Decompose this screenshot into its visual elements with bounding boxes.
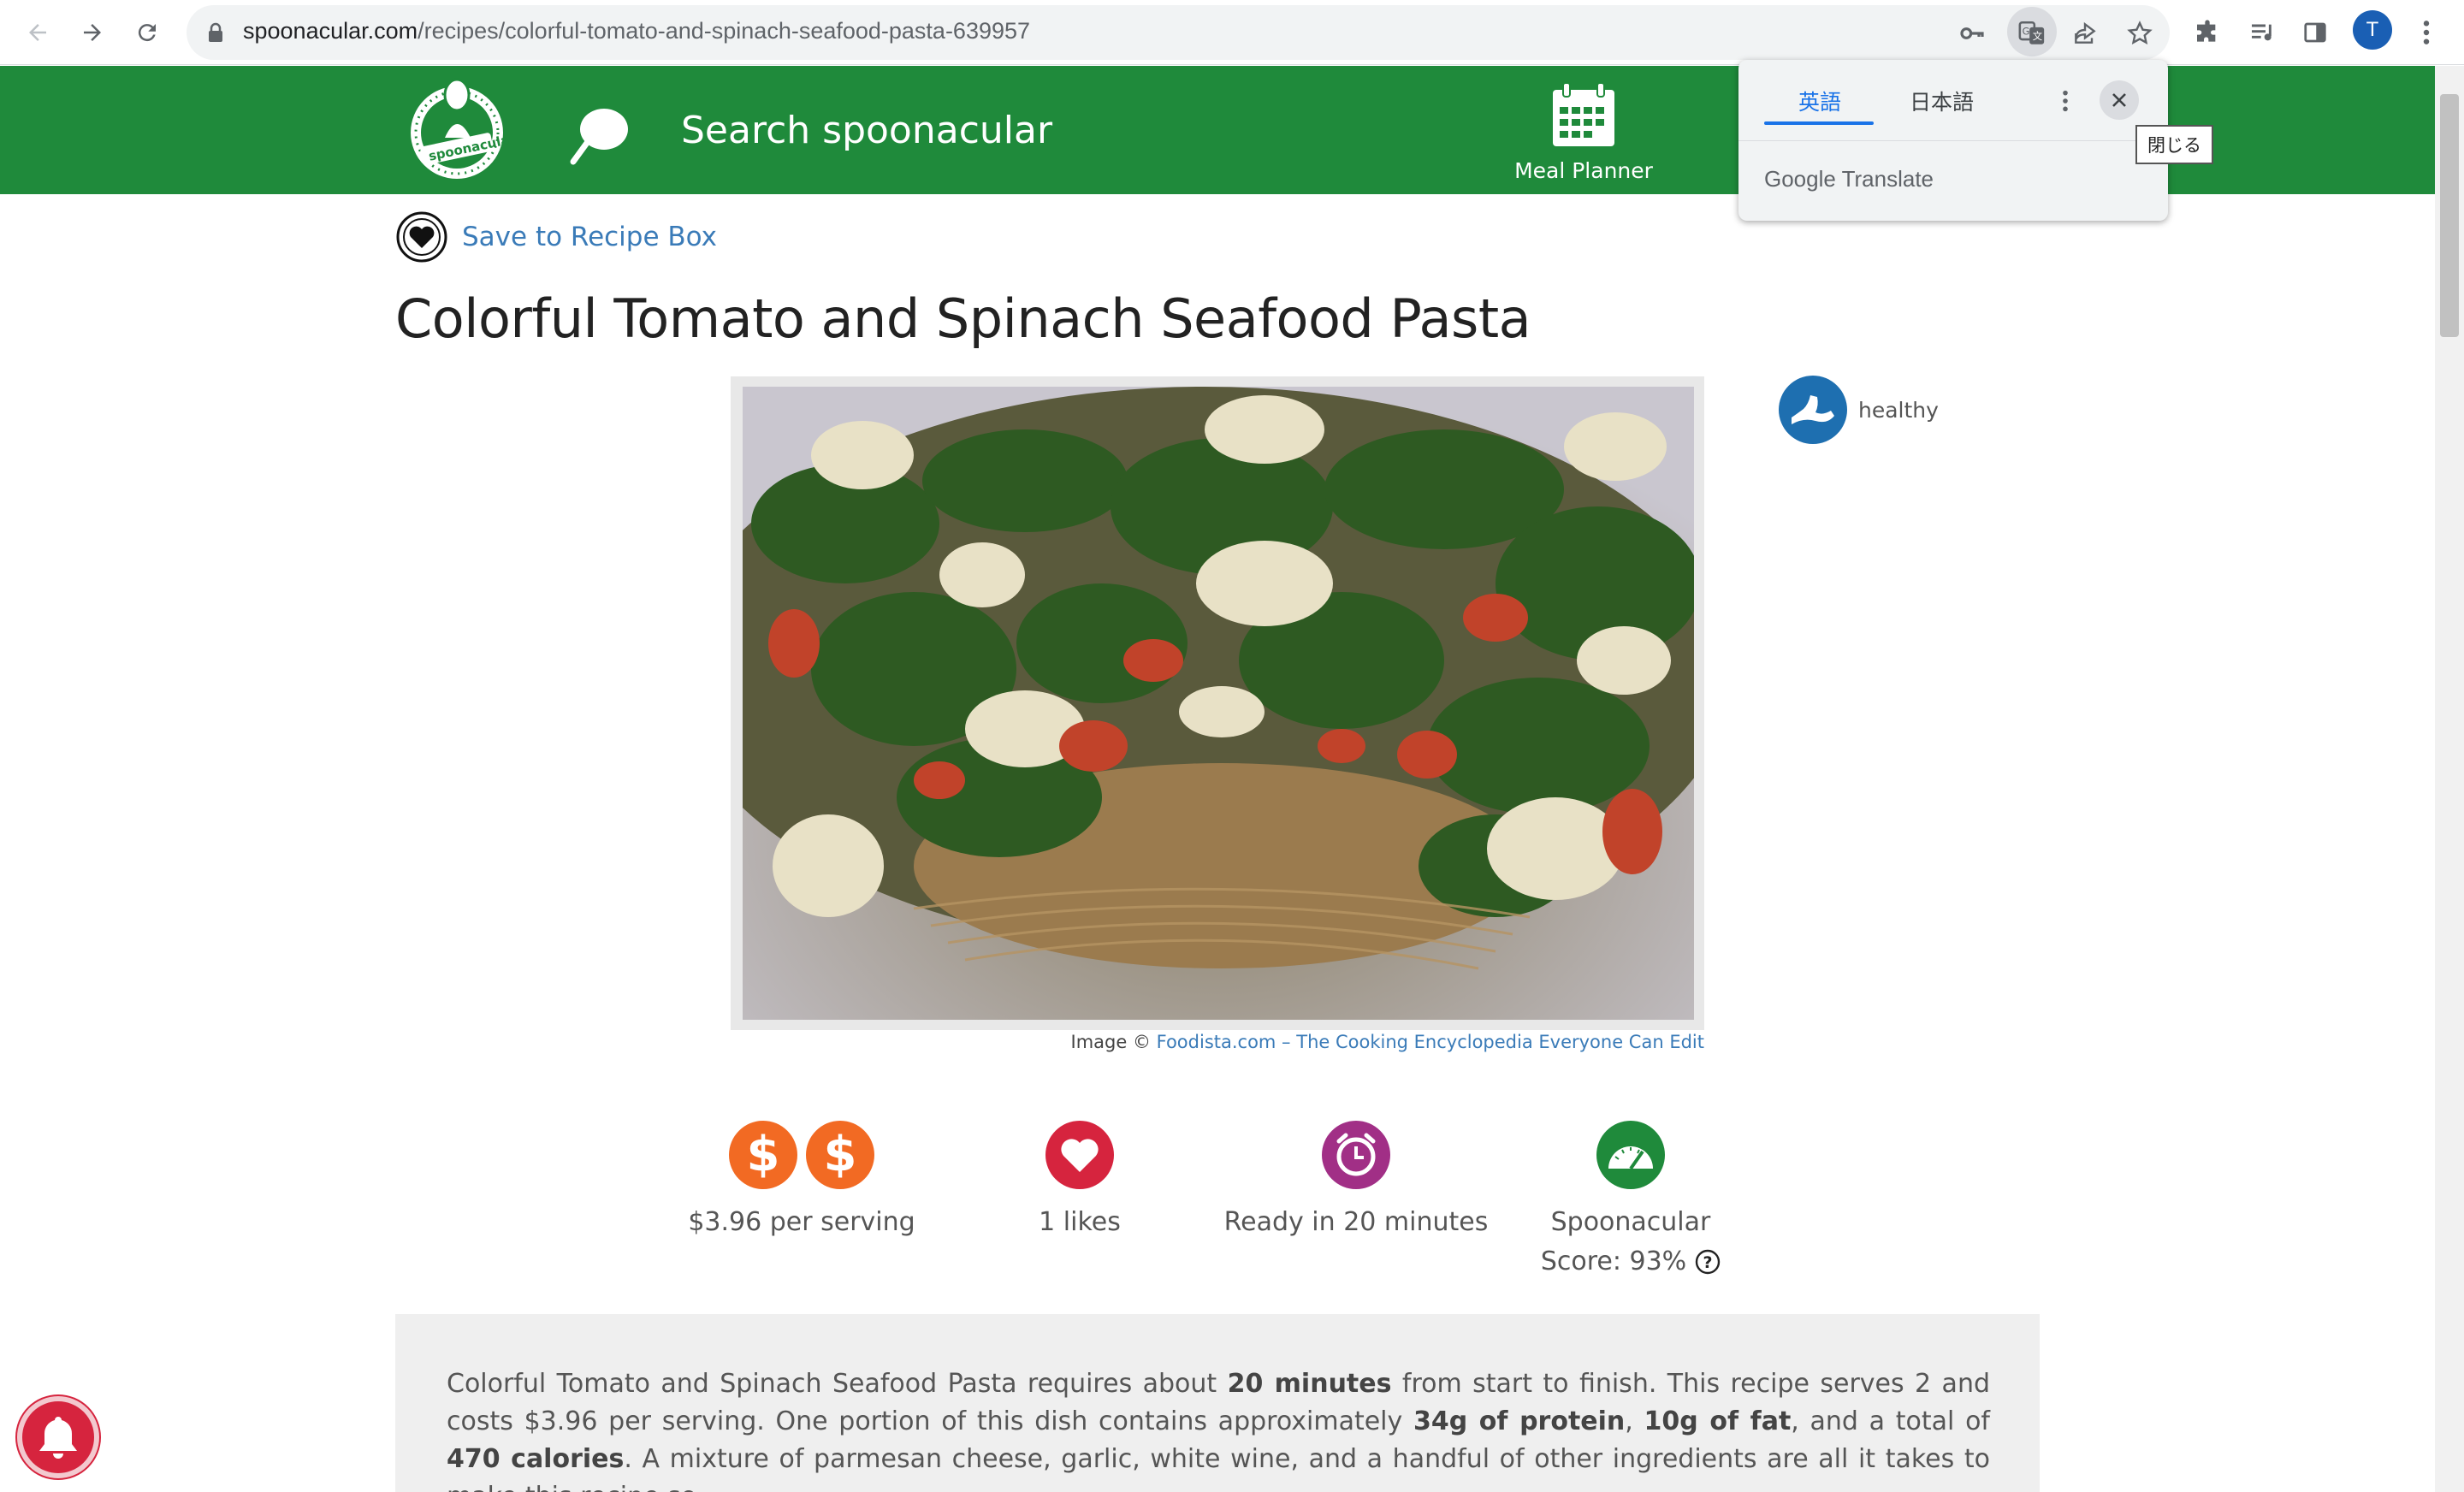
url-text: spoonacular.com/recipes/colorful-tomato-… [243, 18, 1031, 44]
svg-text:G: G [2023, 25, 2030, 37]
side-panel-icon[interactable] [2295, 12, 2336, 53]
profile-avatar[interactable]: T [2353, 10, 2392, 50]
svg-text:$: $ [747, 1129, 780, 1181]
bell-icon [39, 1417, 77, 1459]
browser-menu-icon[interactable] [2406, 12, 2447, 53]
alarm-clock-icon [1322, 1121, 1390, 1189]
summary-text: Colorful Tomato and Spinach Seafood Past… [447, 1369, 1990, 1492]
page-scrollbar-thumb[interactable] [2440, 94, 2459, 337]
score-label: Spoonacular [1550, 1207, 1711, 1237]
search-icon[interactable] [568, 104, 633, 169]
close-icon [2112, 93, 2126, 107]
dollar-icon: $ [729, 1121, 797, 1189]
ready-in-time: Ready in 20 minutes [1223, 1207, 1489, 1237]
browser-toolbar: spoonacular.com/recipes/colorful-tomato-… [0, 0, 2464, 65]
translate-icon[interactable]: G文 [2014, 15, 2050, 51]
forward-arrow-icon [84, 24, 101, 41]
translate-popup: 英語 日本語 Google Translate [1738, 60, 2168, 221]
score-value: Score: 93% [1540, 1246, 1687, 1276]
reload-button[interactable] [127, 12, 168, 53]
heart-icon[interactable] [1045, 1121, 1114, 1189]
svg-text:$: $ [824, 1129, 857, 1181]
price-stat: $ $ $3.96 per serving [678, 1121, 926, 1242]
translate-close-button[interactable] [2100, 80, 2139, 120]
back-arrow-icon [29, 24, 46, 41]
spoonacular-score-stat: Spoonacular Score: 93% ? [1528, 1121, 1733, 1282]
healthy-badge[interactable]: healthy [1778, 375, 1939, 445]
meal-planner-link[interactable]: Meal Planner [1502, 81, 1665, 183]
bookmark-star-icon[interactable] [2122, 15, 2158, 51]
svg-text:?: ? [1703, 1253, 1713, 1272]
dollar-icon: $ [806, 1121, 874, 1189]
price-per-serving: $3.96 per serving [688, 1207, 915, 1237]
healthy-muscle-icon [1779, 376, 1847, 444]
google-translate-brand: Google Translate [1764, 166, 1934, 192]
svg-text:文: 文 [2033, 30, 2042, 42]
save-label: Save to Recipe Box [462, 222, 718, 252]
recipe-photo [743, 387, 1694, 1020]
heart-circle-icon [396, 211, 447, 263]
extensions-puzzle-icon[interactable] [2187, 12, 2228, 53]
ready-time-stat: Ready in 20 minutes [1215, 1121, 1497, 1242]
save-to-recipe-box[interactable]: Save to Recipe Box [395, 210, 717, 263]
share-icon[interactable] [2067, 15, 2103, 51]
back-button[interactable] [17, 12, 58, 53]
help-question-icon[interactable]: ? [1695, 1249, 1721, 1275]
spoonacular-logo[interactable]: spoonacular [404, 76, 518, 184]
healthy-label: healthy [1858, 397, 1939, 423]
forward-button[interactable] [72, 12, 113, 53]
translate-tab-source[interactable]: 英語 [1798, 86, 1841, 116]
likes-count: 1 likes [1039, 1207, 1121, 1237]
recipe-summary: Colorful Tomato and Spinach Seafood Past… [395, 1314, 2040, 1492]
search-input[interactable]: Search spoonacular [681, 109, 1052, 152]
translate-options-icon[interactable] [2050, 84, 2081, 118]
score-gauge-icon [1596, 1121, 1665, 1189]
recipe-title: Colorful Tomato and Spinach Seafood Past… [395, 287, 1531, 350]
translate-tab-target[interactable]: 日本語 [1910, 86, 1974, 116]
notification-bell-button[interactable] [17, 1396, 99, 1478]
close-tooltip: 閉じる [2135, 125, 2213, 164]
calendar-icon [1553, 82, 1614, 146]
lock-icon [209, 22, 222, 42]
image-credit: Image © Foodista.com – The Cooking Encyc… [1070, 1032, 1705, 1052]
address-bar[interactable]: spoonacular.com/recipes/colorful-tomato-… [187, 5, 2170, 60]
reload-icon [138, 24, 156, 42]
translate-divider [1738, 140, 2168, 141]
active-tab-indicator [1764, 121, 1874, 125]
likes-stat: 1 likes [994, 1121, 1165, 1242]
image-credit-link[interactable]: Foodista.com – The Cooking Encyclopedia … [1157, 1032, 1704, 1052]
password-key-icon[interactable] [1954, 15, 1990, 51]
meal-planner-label: Meal Planner [1514, 158, 1653, 183]
media-queue-icon[interactable] [2242, 12, 2283, 53]
